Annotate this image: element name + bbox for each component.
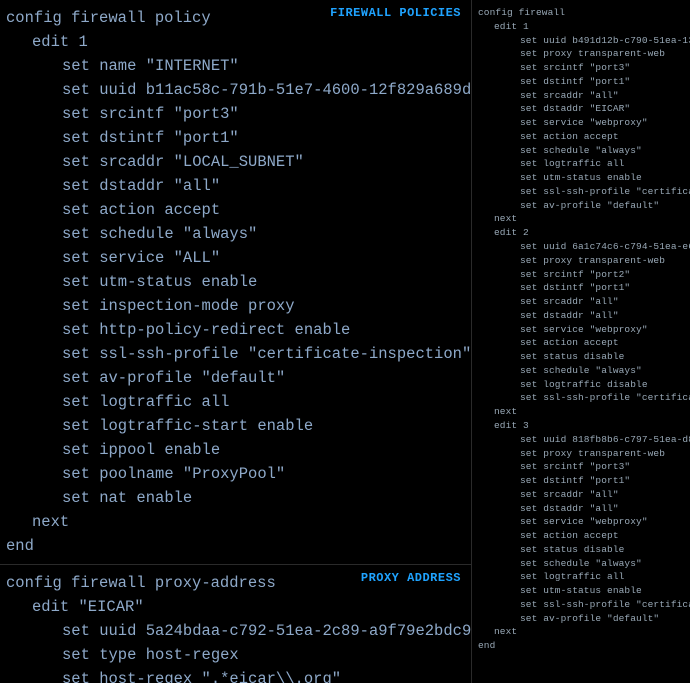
code-line: set utm-status enable [4,270,463,294]
code-line: set srcaddr "LOCAL_SUBNET" [4,150,463,174]
proxy-address-code: config firewall proxy-addressedit "EICAR… [4,571,463,683]
code-line: set ssl-ssh-profile "certificate-inspect… [476,391,682,405]
code-line: set ssl-ssh-profile "certificate-inspect… [476,598,682,612]
code-line: set inspection-mode proxy [4,294,463,318]
proxy-address-panel: PROXY ADDRESS config firewall proxy-addr… [0,565,471,683]
code-line: set name "INTERNET" [4,54,463,78]
code-line: set av-profile "default" [4,366,463,390]
code-line: set status disable [476,350,682,364]
code-line: set ippool enable [4,438,463,462]
code-line: set logtraffic all [476,157,682,171]
code-line: set service "webproxy" [476,116,682,130]
code-line: set proxy transparent-web [476,254,682,268]
code-line: set schedule "always" [476,557,682,571]
code-line: set poolname "ProxyPool" [4,462,463,486]
code-line: set nat enable [4,486,463,510]
code-line: set host-regex ".*eicar\\.org" [4,667,463,683]
code-line: next [476,625,682,639]
code-line: set schedule "always" [4,222,463,246]
code-line: set uuid b491d12b-c790-51ea-13f9-4ad94b5… [476,34,682,48]
code-line: set logtraffic-start enable [4,414,463,438]
code-line: set ssl-ssh-profile "certificate-inspect… [476,185,682,199]
code-line: set logtraffic disable [476,378,682,392]
code-line: next [476,212,682,226]
code-line: set proxy transparent-web [476,47,682,61]
code-line: set action accept [476,529,682,543]
code-line: set utm-status enable [476,584,682,598]
code-line: next [4,510,463,534]
code-line: next [476,405,682,419]
code-line: set status disable [476,543,682,557]
code-line: set uuid 818fb8b6-c797-51ea-d848-a7c2952… [476,433,682,447]
firewall-config-code: config firewalledit 1set uuid b491d12b-c… [476,6,682,653]
code-line: set av-profile "default" [476,199,682,213]
code-line: set av-profile "default" [476,612,682,626]
code-line: set dstintf "port1" [476,474,682,488]
left-column: FIREWALL POLICIES config firewall policy… [0,0,472,683]
code-line: set uuid 5a24bdaa-c792-51ea-2c89-a9f79e2… [4,619,463,643]
code-line: set dstaddr "all" [476,309,682,323]
code-line: set service "webproxy" [476,323,682,337]
code-line: edit 2 [476,226,682,240]
code-line: edit "EICAR" [4,595,463,619]
code-line: set service "webproxy" [476,515,682,529]
code-line: set srcaddr "all" [476,295,682,309]
code-line: edit 3 [476,419,682,433]
code-line: set proxy transparent-web [476,447,682,461]
code-line: set dstaddr "all" [4,174,463,198]
code-line: end [476,639,682,653]
code-line: set action accept [476,336,682,350]
code-line: set srcintf "port3" [476,460,682,474]
proxy-address-badge: PROXY ADDRESS [361,571,461,585]
code-line: edit 1 [4,30,463,54]
code-line: set logtraffic all [4,390,463,414]
code-line: set dstaddr "all" [476,502,682,516]
firewall-policies-badge: FIREWALL POLICIES [330,6,461,20]
code-line: set type host-regex [4,643,463,667]
code-line: set schedule "always" [476,144,682,158]
code-line: set srcintf "port3" [4,102,463,126]
code-line: set srcintf "port3" [476,61,682,75]
code-line: set action accept [476,130,682,144]
code-line: set schedule "always" [476,364,682,378]
code-line: set http-policy-redirect enable [4,318,463,342]
code-line: end [4,534,463,558]
code-line: set action accept [4,198,463,222]
code-line: set srcaddr "all" [476,89,682,103]
code-line: set uuid 6a1c74c6-c794-51ea-e646-4f70ae2… [476,240,682,254]
code-line: set dstintf "port1" [476,281,682,295]
right-panel: config firewalledit 1set uuid b491d12b-c… [472,0,690,683]
code-line: set dstintf "port1" [476,75,682,89]
root-container: FIREWALL POLICIES config firewall policy… [0,0,690,683]
code-line: set utm-status enable [476,171,682,185]
code-line: edit 1 [476,20,682,34]
code-line: set ssl-ssh-profile "certificate-inspect… [4,342,463,366]
firewall-policies-code: config firewall policyedit 1set name "IN… [4,6,463,558]
code-line: set uuid b11ac58c-791b-51e7-4600-12f829a… [4,78,463,102]
firewall-policies-panel: FIREWALL POLICIES config firewall policy… [0,0,471,565]
code-line: set srcaddr "all" [476,488,682,502]
code-line: set dstintf "port1" [4,126,463,150]
code-line: set dstaddr "EICAR" [476,102,682,116]
code-line: set srcintf "port2" [476,268,682,282]
code-line: set service "ALL" [4,246,463,270]
code-line: set logtraffic all [476,570,682,584]
code-line: config firewall [476,6,682,20]
